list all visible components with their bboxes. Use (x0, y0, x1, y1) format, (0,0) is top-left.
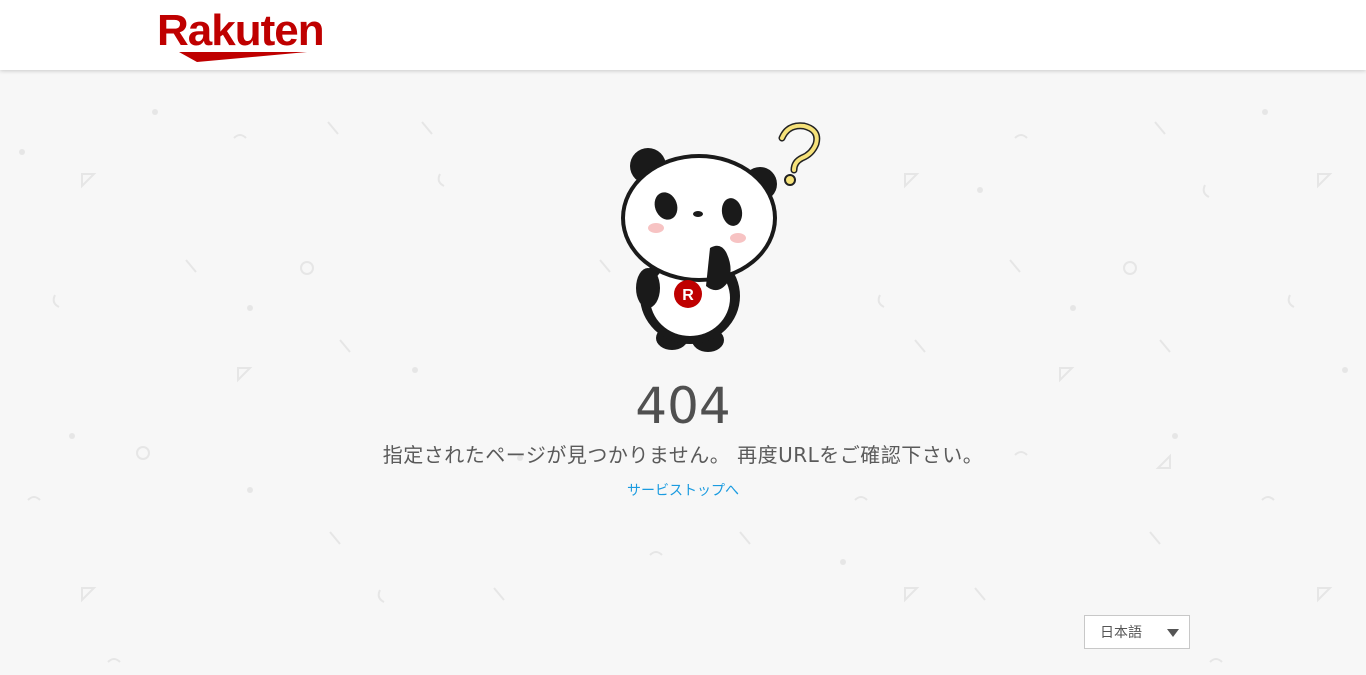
dropdown-arrow-icon (1167, 629, 1179, 637)
rakuten-logo[interactable]: Rakuten (157, 5, 347, 63)
error-message: 指定されたページが見つかりません。 再度URLをご確認下さい。 (382, 443, 984, 467)
mascot-badge-text: R (682, 287, 694, 304)
language-select[interactable]: 日本語 (1084, 615, 1190, 649)
logo-text: Rakuten (157, 6, 324, 55)
service-top-link-wrapper: サービストップへ (0, 480, 1366, 502)
language-selected-label: 日本語 (1100, 625, 1142, 641)
error-code: 404 (635, 377, 731, 435)
panda-mascot-icon: R (621, 122, 821, 352)
site-header: Rakuten (0, 0, 1366, 70)
service-top-link[interactable]: サービストップへ (627, 483, 739, 499)
error-content: R 404 指定されたページが見つかりません。 再度URLをご確認下さい。 サー… (0, 70, 1366, 675)
